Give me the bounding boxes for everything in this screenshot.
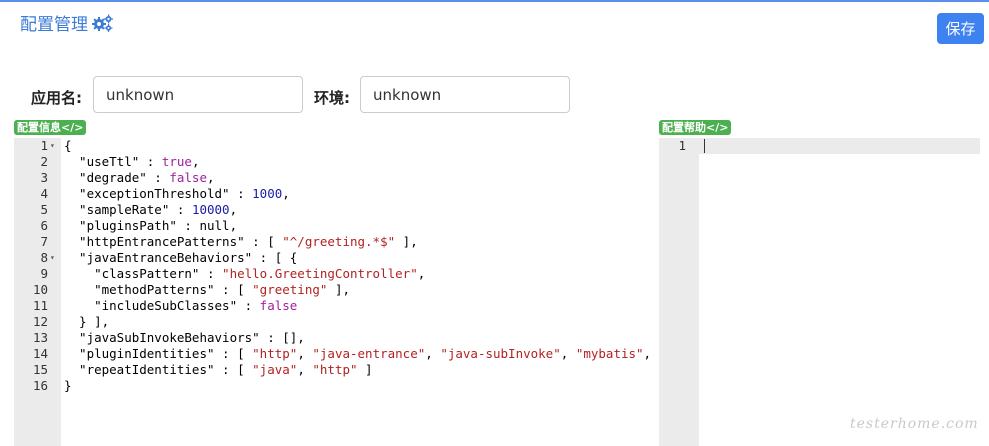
code-text: "httpEntrancePatterns" : [ "^/greeting.*… bbox=[64, 234, 418, 249]
gears-icon bbox=[92, 14, 114, 32]
line-number: 7 bbox=[40, 234, 48, 249]
code-line: 1 ▾ { bbox=[14, 138, 658, 154]
config-help-badge: 配置帮助</> bbox=[659, 120, 732, 135]
line-number: 3 bbox=[40, 170, 48, 185]
line-number: 4 bbox=[40, 186, 48, 201]
line-number: 8 bbox=[40, 250, 48, 265]
line-number: 9 bbox=[40, 266, 48, 281]
code-text: "classPattern" : "hello.GreetingControll… bbox=[64, 266, 426, 281]
save-button[interactable]: 保存 bbox=[937, 13, 984, 44]
code-line: 5 "sampleRate" : 10000, bbox=[14, 202, 658, 218]
code-text: "pluginIdentities" : [ "http", "java-ent… bbox=[64, 346, 658, 361]
line-number-gutter bbox=[659, 138, 699, 446]
config-info-editor[interactable]: 1 ▾{2 "useTtl" : true, 3 "degrade" : false… bbox=[14, 138, 658, 446]
code-line: 13 "javaSubInvokeBehaviors" : [], bbox=[14, 330, 658, 346]
code-text: "includeSubClasses" : false bbox=[64, 298, 298, 313]
code-line: 14 "pluginIdentities" : [ "http", "java-… bbox=[14, 346, 658, 362]
page-title: 配置管理 bbox=[20, 10, 114, 35]
line-number: 11 bbox=[32, 298, 48, 313]
config-help-editor[interactable]: 1 bbox=[659, 138, 980, 446]
watermark: testerhome.com bbox=[850, 416, 979, 432]
line-number: 6 bbox=[40, 218, 48, 233]
code-line: 8 ▾ "javaEntranceBehaviors" : [ { bbox=[14, 250, 658, 266]
code-line: 15 "repeatIdentities" : [ "java", "http"… bbox=[14, 362, 658, 378]
code-text: "exceptionThreshold" : 1000, bbox=[64, 186, 290, 201]
env-input[interactable] bbox=[360, 76, 570, 113]
config-info-badge: 配置信息</> bbox=[14, 120, 87, 135]
fold-toggle-icon[interactable]: ▾ bbox=[50, 138, 55, 154]
code-line: 3 "degrade" : false, bbox=[14, 170, 658, 186]
code-line: 16} bbox=[14, 378, 658, 394]
code-text: "javaSubInvokeBehaviors" : [], bbox=[64, 330, 305, 345]
code-line: 10 "methodPatterns" : [ "greeting" ], bbox=[14, 282, 658, 298]
line-number: 1 bbox=[678, 138, 686, 153]
code-line: 1 bbox=[659, 138, 980, 154]
code-text: "useTtl" : true, bbox=[64, 154, 200, 169]
code-line: 2 "useTtl" : true, bbox=[14, 154, 658, 170]
code-line: 11 "includeSubClasses" : false bbox=[14, 298, 658, 314]
top-accent-line bbox=[0, 0, 989, 2]
code-line: 12 } ], bbox=[14, 314, 658, 330]
code-text: "repeatIdentities" : [ "java", "http" ] bbox=[64, 362, 373, 377]
line-number: 14 bbox=[32, 346, 48, 361]
code-text: } bbox=[64, 378, 72, 393]
code-text: } ], bbox=[64, 314, 110, 329]
code-text: "sampleRate" : 10000, bbox=[64, 202, 238, 217]
app-name-input[interactable] bbox=[93, 76, 303, 113]
code-text: "methodPatterns" : [ "greeting" ], bbox=[64, 282, 350, 297]
code-text: "javaEntranceBehaviors" : [ { bbox=[64, 250, 298, 265]
line-number: 16 bbox=[32, 378, 48, 393]
fold-toggle-icon[interactable]: ▾ bbox=[50, 250, 55, 266]
line-number: 5 bbox=[40, 202, 48, 217]
line-number: 12 bbox=[32, 314, 48, 329]
code-text: "degrade" : false, bbox=[64, 170, 215, 185]
code-line: 7 "httpEntrancePatterns" : [ "^/greeting… bbox=[14, 234, 658, 250]
page-title-text: 配置管理 bbox=[20, 15, 88, 35]
app-name-label: 应用名: bbox=[31, 89, 82, 107]
code-line: 4 "exceptionThreshold" : 1000, bbox=[14, 186, 658, 202]
code-line: 9 "classPattern" : "hello.GreetingContro… bbox=[14, 266, 658, 282]
line-number: 1 bbox=[40, 138, 48, 153]
line-number: 10 bbox=[32, 282, 48, 297]
line-number: 13 bbox=[32, 330, 48, 345]
code-text: "pluginsPath" : null, bbox=[64, 218, 238, 233]
code-text: { bbox=[64, 138, 72, 153]
env-label: 环境: bbox=[314, 89, 350, 107]
code-line: 6 "pluginsPath" : null, bbox=[14, 218, 658, 234]
line-number: 2 bbox=[40, 154, 48, 169]
line-number: 15 bbox=[32, 362, 48, 377]
